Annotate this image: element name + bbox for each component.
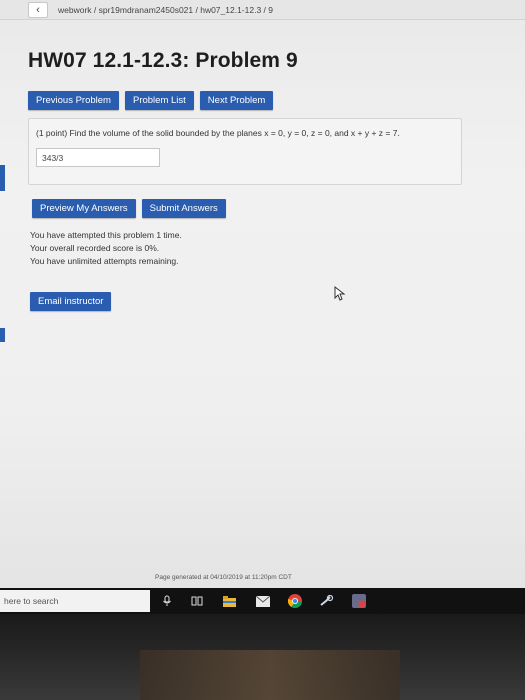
back-icon: ‹: [36, 3, 40, 16]
app-icon[interactable]: [352, 594, 366, 608]
mail-icon[interactable]: [256, 594, 270, 608]
preview-answers-button[interactable]: Preview My Answers: [32, 199, 136, 218]
chrome-icon[interactable]: [288, 594, 302, 608]
next-problem-button[interactable]: Next Problem: [199, 91, 274, 110]
attempt-status: You have attempted this problem 1 time. …: [30, 229, 182, 268]
problem-text: (1 point) Find the volume of the solid b…: [36, 128, 400, 138]
breadcrumb-bar: ‹ webwork / spr19mdranam2450s021 / hw07_…: [0, 0, 525, 20]
microphone-icon[interactable]: [160, 594, 174, 608]
taskbar-search-placeholder: here to search: [4, 596, 59, 606]
problem-list-button[interactable]: Problem List: [124, 91, 194, 110]
previous-problem-button[interactable]: Previous Problem: [28, 91, 119, 110]
task-view-icon[interactable]: [190, 594, 204, 608]
breadcrumb[interactable]: webwork / spr19mdranam2450s021 / hw07_12…: [58, 5, 273, 15]
answer-actions: Preview My Answers Submit Answers: [32, 199, 226, 218]
window-edge-marker: [0, 328, 5, 342]
browser-window: ‹ webwork / spr19mdranam2450s021 / hw07_…: [0, 0, 525, 588]
score-text: Your overall recorded score is 0%.: [30, 243, 160, 253]
email-instructor-button[interactable]: Email instructor: [30, 292, 112, 311]
attempt-count-text: You have attempted this problem 1 time.: [30, 230, 182, 240]
problem-navigation: Previous Problem Problem List Next Probl…: [28, 91, 274, 110]
back-button[interactable]: ‹: [28, 1, 48, 18]
problem-box: (1 point) Find the volume of the solid b…: [28, 118, 462, 185]
window-edge-marker: [0, 165, 5, 191]
answer-input[interactable]: [36, 148, 160, 167]
taskbar-search-input[interactable]: here to search: [0, 590, 150, 612]
submit-answers-button[interactable]: Submit Answers: [141, 199, 226, 218]
cursor-icon: [334, 286, 346, 301]
steam-icon[interactable]: [320, 594, 334, 608]
page-generated-footer: Page generated at 04/10/2019 at 11:20pm …: [155, 574, 292, 581]
attempts-remaining-text: You have unlimited attempts remaining.: [30, 256, 179, 266]
file-explorer-icon[interactable]: [222, 594, 236, 608]
page-title: HW07 12.1-12.3: Problem 9: [28, 49, 298, 72]
desk-background: [140, 650, 400, 700]
